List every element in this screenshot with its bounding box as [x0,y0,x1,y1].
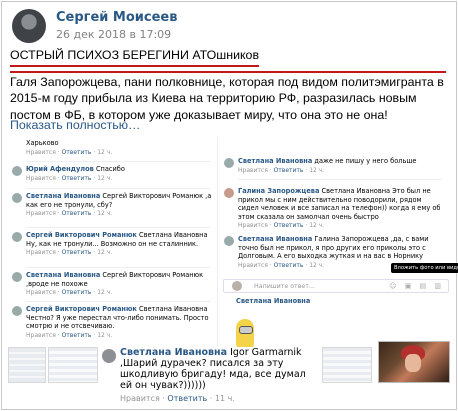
list-item: Светлана Ивановна даже не пишу у него бо… [222,157,448,175]
avatar[interactable] [12,193,22,203]
author-avatar[interactable] [12,9,46,43]
screenshot-thumbnail[interactable] [8,347,46,383]
avatar [232,281,242,291]
attach-icons[interactable]: ☺ ▣ ▤ ▥ [389,282,444,290]
avatar[interactable] [12,272,22,282]
reply-input[interactable]: Напишите ответ... ☺ ▣ ▤ ▥ [223,279,449,293]
minion-author-label: Светлана Ивановна [236,297,311,305]
attach-tooltip: Вложить фото или видео [391,263,458,273]
post-body: Галя Запорожцева, пани полковнице, котор… [10,70,446,124]
comments-panel-left: Харьково Нравится · Ответить · 12 ч. Юри… [10,137,218,349]
list-item: Юрий Афендулов Спасибо Нравится · Ответи… [10,165,217,185]
avatar[interactable] [12,232,22,242]
bottom-strip: Светлана Ивановна Igor Garmarnik ,Шарий … [8,341,450,403]
avatar[interactable] [224,236,234,246]
list-item: Светлана Ивановна Сергей Викторович Рома… [10,192,217,228]
post-header: Сергей Моисеев 26 дек 2018 в 17:09 [12,8,177,44]
show-more-link[interactable]: Показать полностью… [10,118,140,132]
list-item: Харьково Нравится · Ответить · 12 ч. [26,139,113,156]
avatar[interactable] [224,188,234,198]
embedded-screenshot-collage[interactable]: Харьково Нравится · Ответить · 12 ч. Юри… [8,137,458,403]
minion-sticker [236,319,254,349]
post-title: ОСТРЫЙ ПСИХОЗ БЕРЕГИНИ АТОшников [10,47,260,67]
screenshot-thumbnail[interactable] [48,347,98,383]
avatar[interactable] [12,166,22,176]
avatar[interactable] [224,158,234,168]
avatar[interactable] [102,349,116,363]
list-item: Сергей Викторович Романюк Светлана Ивано… [10,231,217,267]
comments-panel-right: Светлана Ивановна даже не пишу у него бо… [222,137,448,349]
highlighted-comment: Светлана Ивановна Igor Garmarnik ,Шарий … [102,347,320,403]
screenshot-thumbnail[interactable] [322,347,372,383]
avatar[interactable] [12,306,22,316]
list-item: Галина Запорожцева Светлана Ивановна Это… [222,187,448,231]
author-name[interactable]: Сергей Моисеев [56,10,177,26]
post-text: ОСТРЫЙ ПСИХОЗ БЕРЕГИНИ АТОшников Галя За… [10,47,446,123]
post-date[interactable]: 26 дек 2018 в 17:09 [56,28,177,42]
list-item: Светлана Ивановна Сергей Викторович Рома… [10,271,217,301]
list-item: Сергей Викторович Романюк Светлана Ивано… [10,305,217,349]
photo-thumbnail[interactable] [378,341,450,383]
